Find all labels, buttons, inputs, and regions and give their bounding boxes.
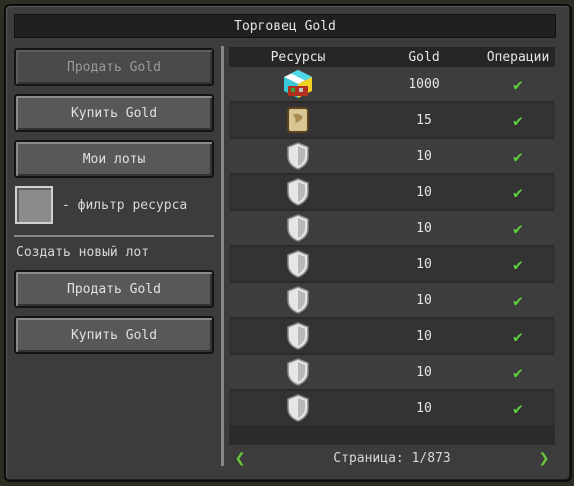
checkmark-icon: ✔ bbox=[513, 74, 523, 94]
gold-price: 15 bbox=[416, 112, 432, 128]
buy-lot-button[interactable]: ✔ bbox=[481, 363, 555, 382]
checkmark-icon: ✔ bbox=[513, 398, 523, 418]
gold-price: 10 bbox=[416, 400, 432, 416]
table-row[interactable]: 10 ✔ bbox=[229, 391, 555, 425]
buy-lot-button[interactable]: ✔ bbox=[481, 183, 555, 202]
checkmark-icon: ✔ bbox=[513, 362, 523, 382]
filter-label: - фильтр ресурса bbox=[62, 198, 188, 213]
shield-icon bbox=[229, 393, 367, 423]
gold-price: 10 bbox=[416, 220, 432, 236]
shield-icon bbox=[229, 141, 367, 171]
table-row[interactable]: 10 ✔ bbox=[229, 247, 555, 281]
gold-price: 10 bbox=[416, 292, 432, 308]
table-row[interactable]: 15 ✔ bbox=[229, 103, 555, 137]
shield-icon bbox=[229, 249, 367, 279]
header-resources: Ресурсы bbox=[270, 49, 326, 65]
buy-lot-button[interactable]: ✔ bbox=[481, 399, 555, 418]
table-row[interactable]: 10 ✔ bbox=[229, 175, 555, 209]
arrow-right-icon[interactable]: ❯ bbox=[533, 448, 555, 469]
header-operations: Операции bbox=[486, 49, 550, 65]
gold-price: 10 bbox=[416, 256, 432, 272]
pagination: ❮ Страница: 1/873 ❯ bbox=[229, 447, 555, 469]
checkmark-icon: ✔ bbox=[513, 110, 523, 130]
buy-lot-button[interactable]: ✔ bbox=[481, 75, 555, 94]
multicolor-block-icon bbox=[229, 68, 367, 100]
buy-lot-button[interactable]: ✔ bbox=[481, 147, 555, 166]
window-title: Торговец Gold bbox=[14, 14, 556, 38]
checkmark-icon: ✔ bbox=[513, 182, 523, 202]
table-row[interactable]: 10 ✔ bbox=[229, 355, 555, 389]
create-sell-gold-button[interactable]: Продать Gold bbox=[14, 270, 214, 308]
buy-gold-button[interactable]: Купить Gold bbox=[14, 94, 214, 132]
header-gold: Gold bbox=[408, 49, 440, 65]
resource-filter-slot[interactable] bbox=[15, 186, 53, 224]
my-lots-button[interactable]: Мои лоты bbox=[14, 140, 214, 178]
buy-lot-button[interactable]: ✔ bbox=[481, 111, 555, 130]
checkmark-icon: ✔ bbox=[513, 146, 523, 166]
table-row[interactable]: 10 ✔ bbox=[229, 139, 555, 173]
gold-price: 1000 bbox=[408, 76, 440, 92]
create-lot-label: Создать новый лот bbox=[16, 245, 150, 260]
buy-lot-button[interactable]: ✔ bbox=[481, 219, 555, 238]
checkmark-icon: ✔ bbox=[513, 218, 523, 238]
gold-price: 10 bbox=[416, 364, 432, 380]
left-divider bbox=[14, 235, 214, 237]
checkmark-icon: ✔ bbox=[513, 326, 523, 346]
shield-icon bbox=[229, 285, 367, 315]
checkmark-icon: ✔ bbox=[513, 254, 523, 274]
shield-icon bbox=[229, 213, 367, 243]
gold-price: 10 bbox=[416, 328, 432, 344]
buy-lot-button[interactable]: ✔ bbox=[481, 327, 555, 346]
lots-table: Ресурсы Gold Операции 1000 ✔ 15 ✔ 10 ✔ 10 ✔ 10 ✔ 1… bbox=[229, 47, 555, 445]
shield-icon bbox=[229, 321, 367, 351]
shield-icon bbox=[229, 177, 367, 207]
page-label: Страница: 1/873 bbox=[333, 450, 451, 466]
table-header: Ресурсы Gold Операции bbox=[229, 47, 555, 67]
gold-price: 10 bbox=[416, 184, 432, 200]
table-row[interactable]: 10 ✔ bbox=[229, 211, 555, 245]
table-row[interactable]: 1000 ✔ bbox=[229, 67, 555, 101]
gold-price: 10 bbox=[416, 148, 432, 164]
table-row[interactable]: 10 ✔ bbox=[229, 283, 555, 317]
sell-gold-button[interactable]: Продать Gold bbox=[14, 48, 214, 86]
map-scroll-icon bbox=[229, 106, 367, 134]
create-buy-gold-button[interactable]: Купить Gold bbox=[14, 316, 214, 354]
buy-lot-button[interactable]: ✔ bbox=[481, 255, 555, 274]
buy-lot-button[interactable]: ✔ bbox=[481, 291, 555, 310]
checkmark-icon: ✔ bbox=[513, 290, 523, 310]
shield-icon bbox=[229, 357, 367, 387]
arrow-left-icon[interactable]: ❮ bbox=[229, 448, 251, 469]
vertical-divider bbox=[221, 46, 224, 466]
table-row[interactable]: 10 ✔ bbox=[229, 319, 555, 353]
